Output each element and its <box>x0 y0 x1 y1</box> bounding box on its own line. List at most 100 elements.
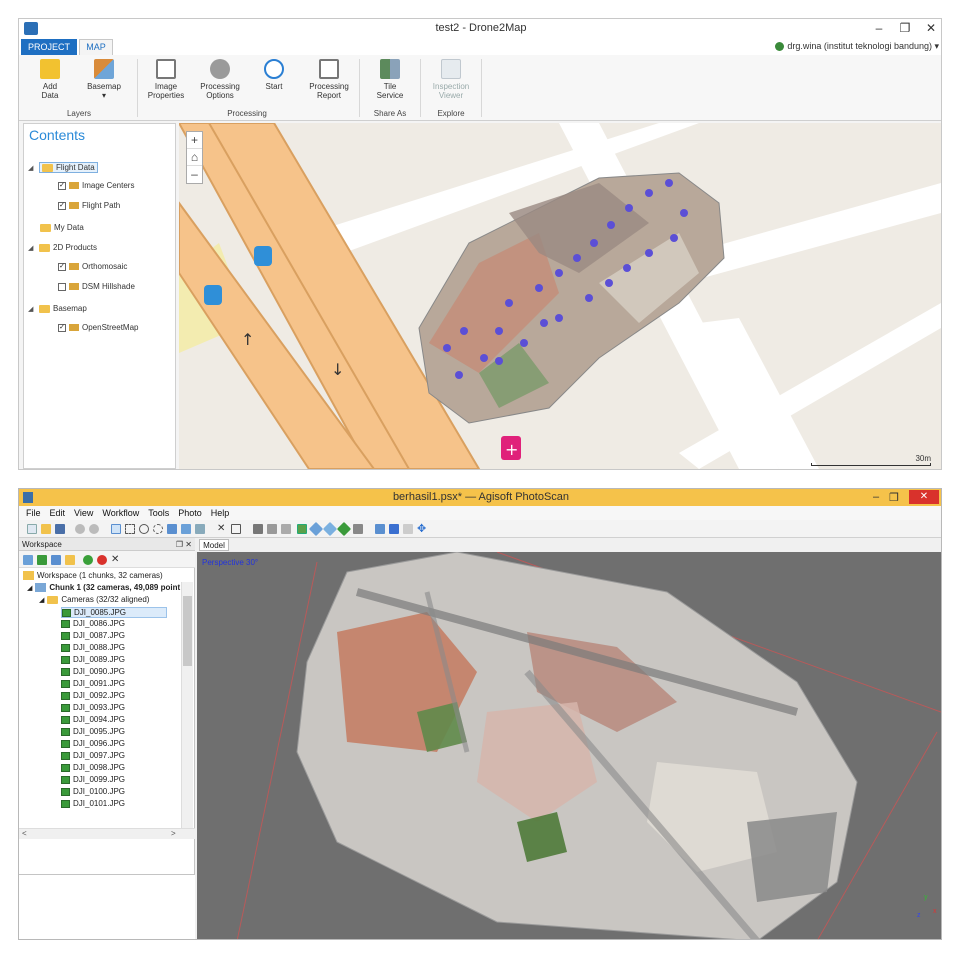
scrollbar-thumb[interactable] <box>183 596 192 666</box>
orthomosaic-checkbox[interactable]: ✓ <box>58 262 66 271</box>
camera-list-item[interactable]: DJI_0090.JPG <box>61 667 125 676</box>
add-folder-icon[interactable] <box>65 555 75 565</box>
save-icon[interactable] <box>55 524 65 534</box>
zoom-in-button[interactable]: + <box>187 132 202 149</box>
scroll-left-icon[interactable]: < <box>22 829 27 838</box>
remove-icon[interactable]: ✕ <box>111 555 121 565</box>
enable-icon[interactable] <box>83 555 93 565</box>
camera-list-item[interactable]: DJI_0096.JPG <box>61 739 125 748</box>
minimize-button[interactable]: – <box>873 21 885 35</box>
tree-flight-path[interactable]: ✓ Flight Path <box>58 201 120 210</box>
tree-my-data[interactable]: My Data <box>40 223 84 232</box>
textured-icon[interactable] <box>322 521 338 537</box>
points-icon[interactable] <box>253 524 263 534</box>
close-button[interactable]: ✕ <box>925 21 937 35</box>
expand-arrow-icon[interactable]: ◢ <box>28 305 36 313</box>
tab-project[interactable]: PROJECT <box>21 39 77 55</box>
add-chunk-icon[interactable] <box>23 555 33 565</box>
show-cameras-icon[interactable] <box>375 524 385 534</box>
camera-list-item[interactable]: DJI_0092.JPG <box>61 691 125 700</box>
expand-arrow-icon[interactable]: ◢ <box>27 584 32 592</box>
map-view[interactable]: ↑ ↓ + + ⌂ – 30m <box>179 123 941 469</box>
tiled-model-icon[interactable] <box>336 521 352 537</box>
home-button[interactable]: ⌂ <box>187 149 202 166</box>
show-region-icon[interactable] <box>403 524 413 534</box>
camera-list-item[interactable]: DJI_0099.JPG <box>61 775 125 784</box>
add-marker-icon[interactable] <box>51 555 61 565</box>
camera-list-item[interactable]: DJI_0086.JPG <box>61 619 125 628</box>
tree-chunk[interactable]: ◢ Chunk 1 (32 cameras, 49,089 point <box>27 583 180 592</box>
tile-service-button[interactable]: Tile Service <box>362 59 418 100</box>
add-photos-icon[interactable] <box>37 555 47 565</box>
shaded-icon[interactable] <box>297 524 307 534</box>
rectangle-select-icon[interactable] <box>125 524 135 534</box>
tab-model[interactable]: Model <box>199 539 229 551</box>
menu-workflow[interactable]: Workflow <box>102 508 139 518</box>
undo-icon[interactable] <box>75 524 85 534</box>
camera-list-item[interactable]: DJI_0089.JPG <box>61 655 125 664</box>
new-icon[interactable] <box>27 524 37 534</box>
free-select-icon[interactable] <box>153 524 163 534</box>
model-viewport[interactable]: Perspective 30° y x z <box>197 552 941 939</box>
panel-window-buttons[interactable]: ❐ ✕ <box>176 538 192 551</box>
camera-list-item[interactable]: DJI_0093.JPG <box>61 703 125 712</box>
scroll-right-icon[interactable]: > <box>171 829 176 838</box>
show-markers-icon[interactable] <box>389 524 399 534</box>
workspace-horizontal-scrollbar[interactable]: < > <box>19 828 195 839</box>
tree-dsm-hillshade[interactable]: DSM Hillshade <box>58 282 135 291</box>
camera-list-item[interactable]: DJI_0094.JPG <box>61 715 125 724</box>
tree-basemap[interactable]: ◢ Basemap <box>28 304 87 313</box>
camera-list-item[interactable]: DJI_0098.JPG <box>61 763 125 772</box>
menu-file[interactable]: File <box>26 508 41 518</box>
tab-map[interactable]: MAP <box>79 39 113 56</box>
tree-orthomosaic[interactable]: ✓ Orthomosaic <box>58 262 127 271</box>
inspection-viewer-button[interactable]: Inspection Viewer <box>423 59 479 100</box>
redo-icon[interactable] <box>89 524 99 534</box>
circle-select-icon[interactable] <box>139 524 149 534</box>
menu-photo[interactable]: Photo <box>178 508 202 518</box>
rotate-object-icon[interactable] <box>181 524 191 534</box>
tree-flight-data[interactable]: ◢ Flight Data <box>28 162 98 173</box>
camera-list-item[interactable]: DJI_0101.JPG <box>61 799 125 808</box>
expand-arrow-icon[interactable]: ◢ <box>28 244 36 252</box>
camera-list-item[interactable]: DJI_0087.JPG <box>61 631 125 640</box>
expand-arrow-icon[interactable]: ◢ <box>39 596 44 604</box>
tree-openstreetmap[interactable]: ✓ OpenStreetMap <box>58 323 138 332</box>
camera-list-item[interactable]: DJI_0100.JPG <box>61 787 125 796</box>
tree-image-centers[interactable]: ✓ Image Centers <box>58 181 134 190</box>
flight-path-checkbox[interactable]: ✓ <box>58 201 66 210</box>
camera-list-item[interactable]: DJI_0095.JPG <box>61 727 125 736</box>
tree-workspace-root[interactable]: Workspace (1 chunks, 32 cameras) <box>23 571 163 580</box>
menu-help[interactable]: Help <box>211 508 230 518</box>
menu-tools[interactable]: Tools <box>148 508 169 518</box>
solid-icon[interactable] <box>308 521 324 537</box>
open-icon[interactable] <box>41 524 51 534</box>
image-centers-checkbox[interactable]: ✓ <box>58 181 66 190</box>
dem-icon[interactable] <box>353 524 363 534</box>
workspace-vertical-scrollbar[interactable] <box>181 582 193 828</box>
basemap-button[interactable]: Basemap ▾ <box>76 59 132 100</box>
camera-list-item[interactable]: DJI_0085.JPG <box>61 607 168 618</box>
zoom-out-button[interactable]: – <box>187 166 202 183</box>
menu-edit[interactable]: Edit <box>50 508 66 518</box>
camera-list-item[interactable]: DJI_0091.JPG <box>61 679 125 688</box>
camera-list-item[interactable]: DJI_0097.JPG <box>61 751 125 760</box>
resize-region-icon[interactable] <box>195 524 205 534</box>
move-object-icon[interactable] <box>167 524 177 534</box>
menu-view[interactable]: View <box>74 508 93 518</box>
tree-cameras-folder[interactable]: ◢ Cameras (32/32 aligned) <box>39 595 149 604</box>
user-account[interactable]: drg.wina (institut teknologi bandung) ▾ <box>775 41 939 52</box>
minimize-button[interactable]: – <box>873 491 879 503</box>
image-properties-button[interactable]: Image Properties <box>138 59 194 100</box>
wireframe-icon[interactable] <box>281 524 291 534</box>
add-data-button[interactable]: Add Data <box>22 59 78 100</box>
reset-view-icon[interactable]: ✥ <box>417 524 427 535</box>
camera-list-item[interactable]: DJI_0088.JPG <box>61 643 125 652</box>
processing-options-button[interactable]: Processing Options <box>192 59 248 100</box>
expand-arrow-icon[interactable]: ◢ <box>28 164 36 172</box>
dense-cloud-icon[interactable] <box>267 524 277 534</box>
crop-icon[interactable] <box>231 524 241 534</box>
processing-report-button[interactable]: Processing Report <box>301 59 357 100</box>
delete-selection-icon[interactable]: ✕ <box>217 524 227 534</box>
restore-button[interactable]: ❐ <box>889 491 899 504</box>
